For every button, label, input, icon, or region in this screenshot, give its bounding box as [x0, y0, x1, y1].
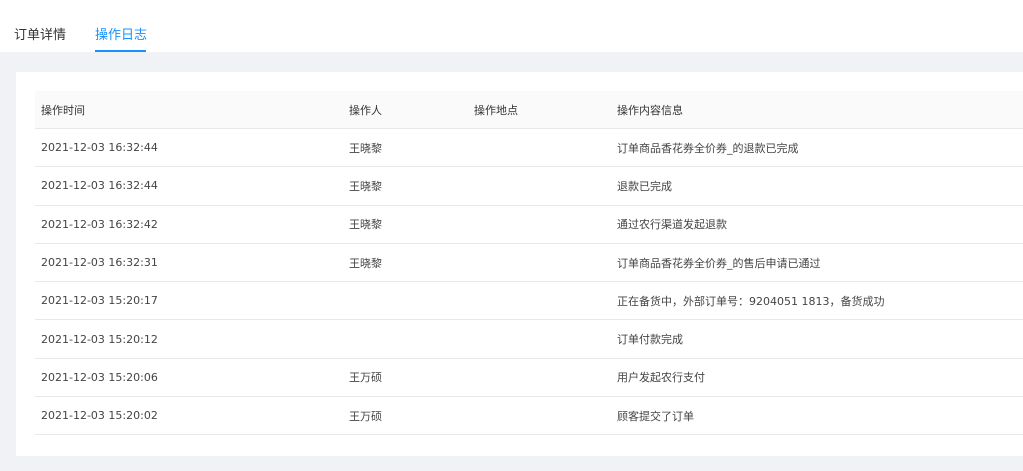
cell-time: 2021-12-03 15:20:06: [41, 370, 158, 384]
header-location: 操作地点: [474, 103, 518, 117]
cell-operator: 王万硕: [349, 409, 382, 423]
cell-info: 订单商品香花券全价券_的退款已完成: [617, 141, 799, 155]
cell-info: 正在备货中，外部订单号：9204051 1813，备货成功: [617, 294, 885, 308]
cell-time: 2021-12-03 15:20:12: [41, 332, 158, 346]
cell-operator: 王晓黎: [349, 179, 382, 193]
cell-time: 2021-12-03 16:32:31: [41, 256, 158, 270]
cell-time: 2021-12-03 16:32:42: [41, 217, 158, 231]
cell-info: 顾客提交了订单: [617, 409, 694, 423]
table-header: 操作时间 操作人 操作地点 操作内容信息: [35, 91, 1023, 129]
cell-operator: 王晓黎: [349, 141, 382, 155]
tab-bar: 订单详情 操作日志: [0, 0, 1023, 52]
cell-operator: 王万硕: [349, 371, 382, 385]
table-row: 2021-12-03 15:20:17 正在备货中，外部订单号：9204051 …: [35, 282, 1023, 321]
cell-info: 通过农行渠道发起退款: [617, 218, 727, 232]
cell-time: 2021-12-03 16:32:44: [41, 179, 158, 193]
cell-info: 退款已完成: [617, 179, 672, 193]
cell-info: 用户发起农行支付: [617, 371, 705, 385]
table-row: 2021-12-03 16:32:42 王晓黎 通过农行渠道发起退款: [35, 205, 1023, 244]
header-operator: 操作人: [349, 103, 382, 117]
cell-info: 订单商品香花券全价券_的售后申请已通过: [617, 256, 821, 270]
header-time: 操作时间: [41, 103, 85, 117]
table-row: 2021-12-03 15:20:12 订单付款完成: [35, 320, 1023, 359]
cell-operator: 王晓黎: [349, 256, 382, 270]
table-row: 2021-12-03 16:32:44 王晓黎 订单商品香花券全价券_的退款已完…: [35, 129, 1023, 168]
cell-operator: 王晓黎: [349, 218, 382, 232]
operation-log-table: 操作时间 操作人 操作地点 操作内容信息 2021-12-03 16:32:44…: [35, 91, 1023, 436]
table-row: 2021-12-03 15:20:02 王万硕 顾客提交了订单: [35, 397, 1023, 436]
header-info: 操作内容信息: [617, 103, 683, 117]
cell-time: 2021-12-03 15:20:02: [41, 409, 158, 423]
cell-info: 订单付款完成: [617, 333, 683, 347]
tab-operation-log[interactable]: 操作日志: [95, 28, 147, 44]
table-row: 2021-12-03 15:20:06 王万硕 用户发起农行支付: [35, 358, 1023, 398]
cell-time: 2021-12-03 16:32:44: [41, 141, 158, 155]
tab-order-details[interactable]: 订单详情: [14, 28, 66, 44]
table-row: 2021-12-03 16:32:31 王晓黎 订单商品香花券全价券_的售后申请…: [35, 243, 1023, 283]
cell-time: 2021-12-03 15:20:17: [41, 294, 158, 308]
table-row: 2021-12-03 16:32:44 王晓黎 退款已完成: [35, 167, 1023, 206]
